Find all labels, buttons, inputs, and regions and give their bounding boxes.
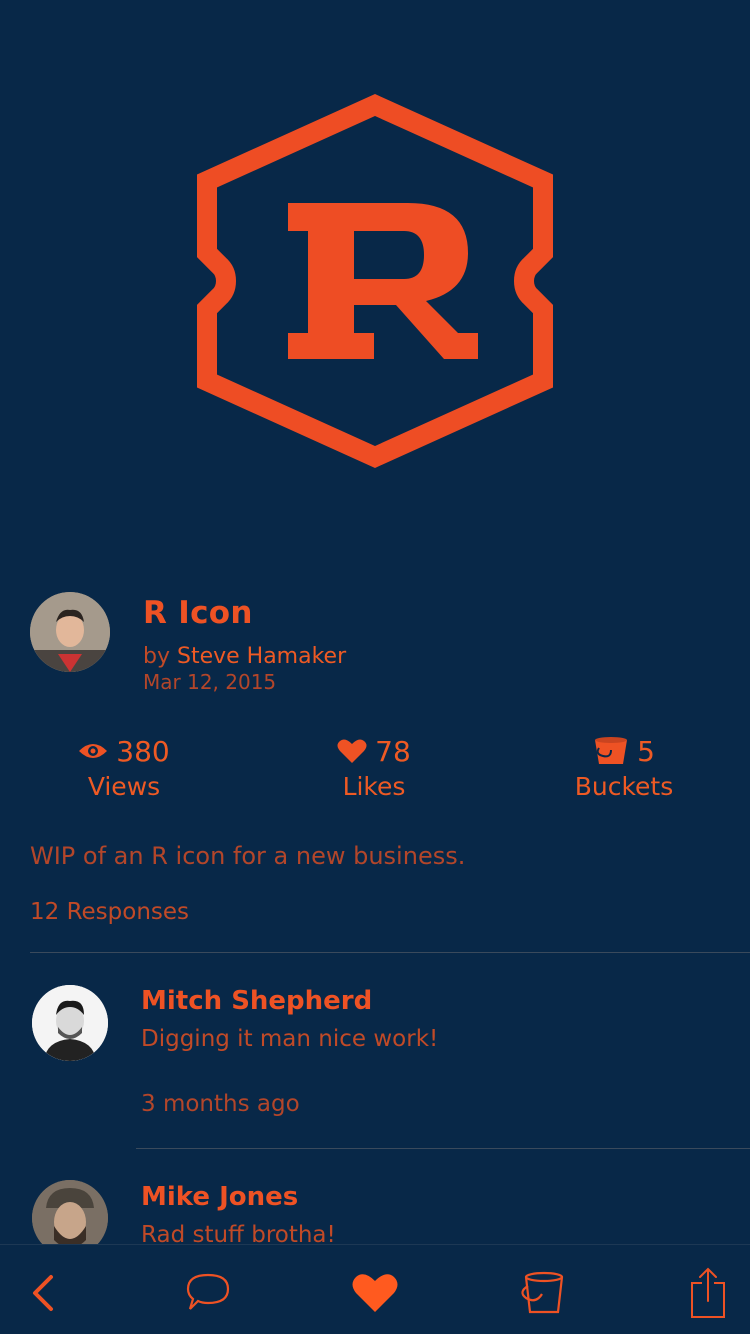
by-prefix: by — [143, 644, 170, 669]
bucket-icon — [521, 1271, 564, 1314]
comment-button[interactable] — [180, 1265, 236, 1321]
heart-icon — [337, 739, 367, 763]
bucket-button[interactable] — [513, 1265, 569, 1321]
commenter-name[interactable]: Mitch Shepherd — [141, 986, 372, 1016]
bottom-toolbar — [0, 1244, 750, 1334]
commenter-avatar[interactable] — [32, 985, 108, 1061]
views-label: Views — [87, 772, 161, 801]
r-logo-artwork — [197, 94, 553, 468]
back-button[interactable] — [14, 1265, 70, 1321]
share-icon — [691, 1267, 725, 1318]
likes-label: Likes — [342, 772, 406, 801]
bucket-icon — [595, 737, 628, 764]
author-name-link[interactable]: Steve Hamaker — [177, 644, 346, 669]
divider — [30, 952, 750, 953]
shot-title: R Icon — [143, 595, 253, 631]
comment-text: Digging it man nice work! — [141, 1026, 439, 1052]
buckets-label: Buckets — [574, 772, 674, 801]
responses-count: 12 Responses — [30, 899, 190, 925]
divider — [136, 1148, 750, 1149]
share-button[interactable] — [680, 1265, 736, 1321]
like-icon — [352, 1274, 398, 1312]
likes-count: 78 — [375, 734, 411, 768]
buckets-stat[interactable]: 5 Buckets — [524, 732, 724, 802]
shot-date: Mar 12, 2015 — [143, 670, 277, 694]
views-stat: 380 Views — [24, 732, 224, 801]
views-count: 380 — [116, 734, 170, 768]
author-avatar[interactable] — [30, 592, 110, 672]
buckets-count: 5 — [637, 734, 655, 768]
commenter-name[interactable]: Mike Jones — [141, 1182, 298, 1212]
comment-icon — [186, 1273, 230, 1310]
eye-icon — [79, 744, 108, 758]
shot-description: WIP of an R icon for a new business. — [30, 842, 466, 870]
like-button[interactable] — [347, 1265, 403, 1321]
back-icon — [33, 1275, 53, 1311]
likes-stat[interactable]: 78 Likes — [274, 732, 474, 801]
comment-time: 3 months ago — [141, 1091, 300, 1117]
byline: by Steve Hamaker — [143, 644, 346, 669]
shot-image[interactable] — [0, 0, 750, 560]
